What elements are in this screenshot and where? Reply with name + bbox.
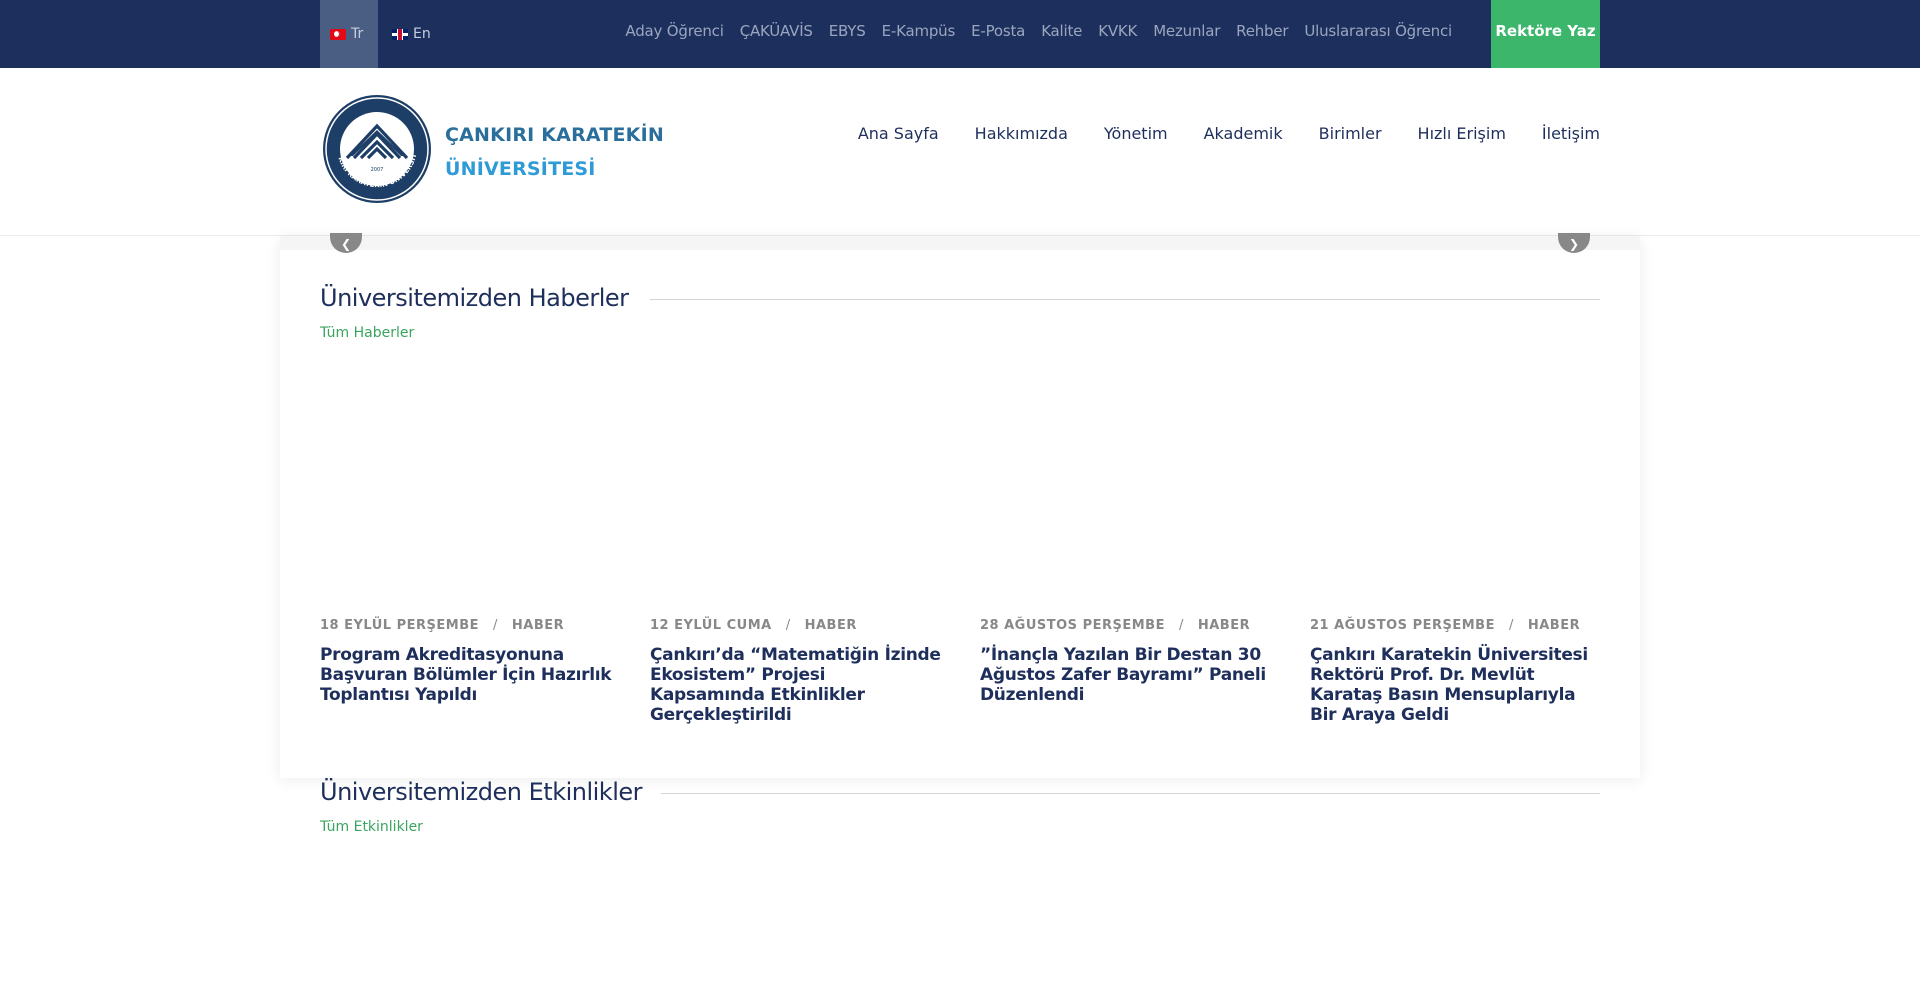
language-tr[interactable]: Tr [320,0,378,68]
news-date: 21 AĞUSTOS PERŞEMBE [1310,618,1495,633]
news-title[interactable]: Program Akreditasyonuna Başvuran Bölümle… [320,645,615,705]
news-section-divider [650,299,1600,300]
nav-hizli-erisim[interactable]: Hızlı Erişim [1418,124,1506,143]
news-title[interactable]: ”İnançla Yazılan Bir Destan 30 Ağustos Z… [980,645,1275,705]
nav-birimler[interactable]: Birimler [1319,124,1382,143]
toplink-kalite[interactable]: Kalite [1041,22,1082,40]
nav-yonetim[interactable]: Yönetim [1104,124,1168,143]
brand-line-1: ÇANKIRI KARATEKİN [445,124,664,146]
nav-hakkimizda[interactable]: Hakkımızda [975,124,1068,143]
news-category: HABER [511,618,565,633]
meta-separator: / [785,618,791,633]
news-title[interactable]: Çankırı’da “Matematiğin İzinde Ekosistem… [650,645,945,725]
events-section-divider [661,793,1600,794]
meta-separator: / [1508,618,1514,633]
news-date: 28 AĞUSTOS PERŞEMBE [980,618,1165,633]
svg-text:2007: 2007 [371,167,384,173]
news-item[interactable]: 12 EYLÜL CUMA / HABER Çankırı’da “Matema… [650,618,945,725]
news-item[interactable]: 21 AĞUSTOS PERŞEMBE / HABER Çankırı Kara… [1310,618,1605,725]
uk-flag-icon [392,28,408,40]
news-category: HABER [804,618,857,633]
toplink-rehber[interactable]: Rehber [1236,22,1288,40]
chevron-right-icon: ❯ [1568,237,1580,251]
brand-line-2: ÜNİVERSİTESİ [445,158,596,180]
toplink-e-kampus[interactable]: E-Kampüs [882,22,956,40]
news-meta: 18 EYLÜL PERŞEMBE / HABER [320,618,615,633]
university-name[interactable]: ÇANKIRI KARATEKİN ÜNİVERSİTESİ [445,118,664,186]
news-meta: 21 AĞUSTOS PERŞEMBE / HABER [1310,618,1605,633]
toplink-cakuavis[interactable]: ÇAKÜAVİS [740,22,813,40]
events-section-title: Üniversitemizden Etkinlikler [320,778,643,806]
top-bar: Tr En Aday Öğrenci ÇAKÜAVİS EBYS E-Kampü… [0,0,1920,68]
quick-links: Aday Öğrenci ÇAKÜAVİS EBYS E-Kampüs E-Po… [625,0,1452,62]
toplink-ebys[interactable]: EBYS [829,22,866,40]
news-meta: 28 AĞUSTOS PERŞEMBE / HABER [980,618,1275,633]
news-item[interactable]: 18 EYLÜL PERŞEMBE / HABER Program Akredi… [320,618,615,705]
nav-ana-sayfa[interactable]: Ana Sayfa [858,124,939,143]
meta-separator: / [492,618,498,633]
language-en[interactable]: En [382,0,441,68]
university-logo[interactable]: 2007 ÇANKIRI KARATEKİN ÜNİVERSİTESİ [322,94,432,204]
toplink-e-posta[interactable]: E-Posta [971,22,1025,40]
news-item[interactable]: 28 AĞUSTOS PERŞEMBE / HABER ”İnançla Yaz… [980,618,1275,705]
news-meta: 12 EYLÜL CUMA / HABER [650,618,945,633]
meta-separator: / [1178,618,1184,633]
toplink-mezunlar[interactable]: Mezunlar [1153,22,1220,40]
chevron-left-icon: ❮ [340,237,352,251]
news-title[interactable]: Çankırı Karatekin Üniversitesi Rektörü P… [1310,645,1605,725]
nav-iletisim[interactable]: İletişim [1542,124,1600,143]
turkey-flag-icon [330,28,346,40]
news-section-title: Üniversitemizden Haberler [320,284,629,312]
language-en-label: En [413,26,431,42]
slider-bottom-band [280,236,1640,250]
rektore-yaz-button[interactable]: Rektöre Yaz [1491,0,1600,68]
news-category: HABER [1527,618,1581,633]
all-news-link[interactable]: Tüm Haberler [320,325,414,341]
news-date: 12 EYLÜL CUMA [650,618,772,633]
site-header: 2007 ÇANKIRI KARATEKİN ÜNİVERSİTESİ ÇANK… [0,68,1920,236]
news-date: 18 EYLÜL PERŞEMBE [320,618,479,633]
nav-akademik[interactable]: Akademik [1204,124,1283,143]
language-tr-label: Tr [351,26,364,42]
toplink-uluslararasi-ogrenci[interactable]: Uluslararası Öğrenci [1304,22,1452,40]
toplink-kvkk[interactable]: KVKK [1098,22,1137,40]
toplink-aday-ogrenci[interactable]: Aday Öğrenci [625,22,723,40]
news-category: HABER [1197,618,1251,633]
all-events-link[interactable]: Tüm Etkinlikler [320,819,423,835]
main-nav: Ana Sayfa Hakkımızda Yönetim Akademik Bi… [858,124,1600,143]
